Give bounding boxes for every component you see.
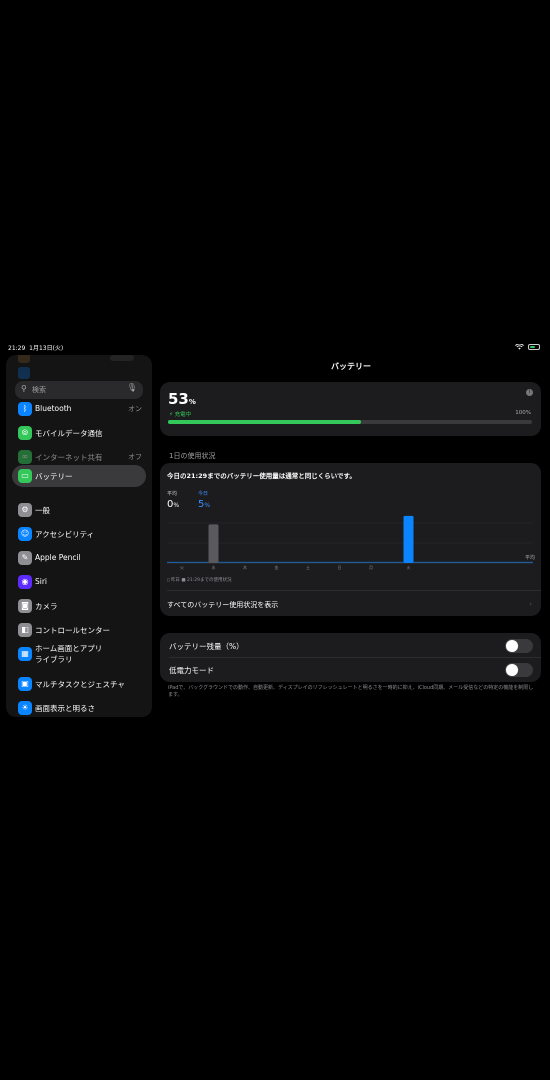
chart-tick-label: 木 [243, 564, 247, 570]
usage-card: 今日の21:29までのバッテリー使用量は通常と同じくらいです。 平均 0% 今日… [160, 463, 541, 616]
usage-headline: 今日の21:29までのバッテリー使用量は通常と同じくらいです。 [167, 472, 356, 480]
chart-tick-label: 金 [275, 564, 279, 570]
sidebar-item-label: ホーム画面とアプリ [35, 644, 103, 653]
sidebar-item[interactable]: ▦ ホーム画面とアプリ ライブラリ [12, 641, 146, 667]
info-icon[interactable]: i [526, 389, 533, 396]
battery-level-fill [168, 420, 361, 424]
sidebar-item-label: コントロールセンター [35, 626, 110, 635]
sidebar-item-label: アクセシビリティ [35, 530, 95, 539]
low-power-footnote: iPadで、バックグラウンドでの動作、自動更新、ディスプレイのリフレッシュレート… [168, 685, 534, 698]
status-bar: 21:29 1月13日(火) [0, 343, 550, 355]
chart-tick-label: 月 [369, 565, 373, 570]
microphone-icon[interactable]: 🎙︎ [127, 383, 137, 392]
charging-status: ⚡ 充電中 [169, 412, 192, 418]
settings-card: バッテリー残量（%） 低電力モード [160, 633, 541, 682]
page-title: バッテリー [331, 362, 371, 371]
sidebar-item-label: カメラ [35, 602, 58, 611]
chart-bar [403, 515, 414, 563]
battery-percentage-toggle[interactable] [505, 639, 533, 653]
chevron-right-icon[interactable]: › [529, 600, 532, 608]
chart-tick-label: 火 [180, 565, 184, 570]
brightness-icon: ☀ [18, 701, 32, 715]
battery-level-card: 53% i ⚡ 充電中 100% [160, 382, 541, 436]
sidebar-item[interactable]: ◙ カメラ [12, 595, 146, 617]
pencil-icon: ✎ [18, 551, 32, 565]
section-header-usage: 1日の使用状況 [169, 452, 216, 460]
home-screen-icon: ▦ [18, 647, 32, 661]
battery-percent: 53% [168, 390, 196, 408]
sidebar-item-label: マルチタスクとジェスチャ [35, 680, 125, 689]
sidebar-item[interactable]: ◉ Siri [12, 571, 146, 593]
low-power-mode-label: 低電力モード [169, 666, 214, 675]
multitasking-icon: ▣ [18, 677, 32, 691]
status-icons [515, 344, 540, 350]
sidebar-item-value: オフ [128, 453, 142, 461]
divider [167, 590, 541, 591]
control-center-icon: ◧ [18, 623, 32, 637]
chart-legend: ▯ 昨日 ■ 21:29までの使用状況 [167, 578, 232, 583]
faded-icon [18, 355, 30, 363]
sidebar-item[interactable]: ᛒ Bluetooth オン [12, 398, 146, 420]
status-battery-icon [528, 344, 540, 350]
sidebar-item-label: インターネット共有 [35, 453, 103, 462]
battery-level-bar [168, 420, 532, 424]
link-icon: ∞ [18, 450, 32, 464]
sidebar-item[interactable]: ✎ Apple Pencil [12, 547, 146, 569]
sidebar-item[interactable]: ⚙ 一般 [12, 499, 146, 521]
sidebar-item-label: モバイルデータ通信 [35, 429, 103, 438]
sidebar-item[interactable]: ▣ マルチタスクとジェスチャ [12, 673, 146, 695]
sidebar-item-label: Apple Pencil [35, 553, 81, 562]
gear-icon: ⚙ [18, 503, 32, 517]
divider [169, 657, 541, 658]
siri-icon: ◉ [18, 575, 32, 589]
show-all-usage-link[interactable]: すべてのバッテリー使用状況を表示 [167, 600, 278, 610]
faded-pill [110, 355, 134, 361]
battery-icon: ▭ [18, 469, 32, 483]
battery-max-label: 100% [515, 410, 531, 416]
accessibility-icon: ☺ [18, 527, 32, 541]
camera-icon: ◙ [18, 599, 32, 613]
battery-percentage-label: バッテリー残量（%） [169, 642, 244, 651]
today-label: 今日 [198, 491, 209, 497]
sidebar-item-label: バッテリー [35, 472, 73, 481]
sidebar-item-label: Siri [35, 577, 48, 586]
sidebar-item[interactable]: ☺ アクセシビリティ [12, 523, 146, 545]
sidebar-item[interactable]: ☀ 画面表示と明るさ [12, 697, 146, 717]
chart-average-label: 平均 [524, 555, 535, 561]
chart-bar [208, 524, 219, 563]
chart-tick-label: 土 [306, 564, 310, 570]
chart-tick-label: 水 [212, 564, 216, 570]
sidebar-item[interactable]: ▭ バッテリー [12, 465, 146, 487]
search-placeholder: 検索 [32, 386, 46, 394]
sidebar: ⚲ 検索 🎙︎ ᛒ Bluetooth オン ⦾ モバイルデータ通信 ∞ インターネット共有… [6, 355, 152, 717]
chart-tick-label: 日 [338, 565, 342, 570]
status-time: 21:29 1月13日(火) [8, 345, 64, 352]
sidebar-item-value: オン [128, 405, 142, 413]
chart-tick-label: 火 [407, 565, 411, 570]
sidebar-item-label: 一般 [35, 506, 50, 515]
sidebar-item-label: 画面表示と明るさ [35, 704, 95, 713]
faded-icon [18, 367, 30, 379]
low-power-mode-toggle[interactable] [505, 663, 533, 677]
wifi-icon [515, 344, 524, 350]
antenna-icon: ⦾ [18, 426, 32, 440]
sidebar-item[interactable]: ◧ コントロールセンター [12, 619, 146, 641]
search-icon: ⚲ [21, 384, 27, 393]
search-field[interactable]: ⚲ 検索 🎙︎ [15, 381, 143, 399]
bluetooth-icon: ᛒ [18, 402, 32, 416]
average-label: 平均 [167, 491, 178, 497]
sidebar-item-label: Bluetooth [35, 404, 72, 413]
usage-bar-chart: 火水木金土日月火 [167, 515, 533, 570]
sidebar-item-label-line2: ライブラリ [35, 655, 73, 664]
sidebar-item[interactable]: ⦾ モバイルデータ通信 [12, 422, 146, 444]
